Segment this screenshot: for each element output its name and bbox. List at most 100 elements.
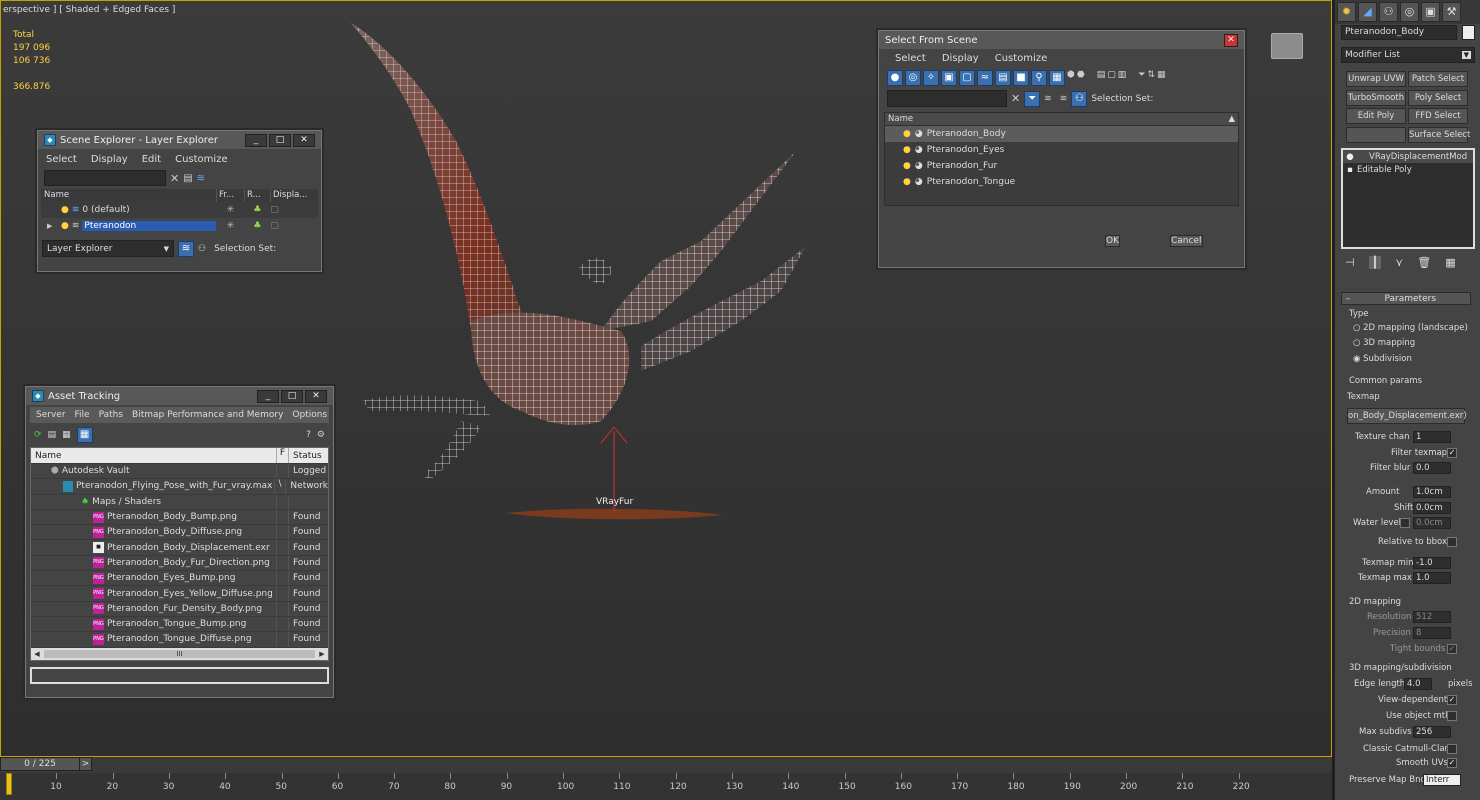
- clear-search-icon[interactable]: ✕: [170, 172, 179, 185]
- shapes-filter-icon[interactable]: ◎: [905, 70, 921, 86]
- amount-spinner[interactable]: 1.0cm: [1413, 486, 1451, 498]
- layer-row-pteranodon[interactable]: ▶ ● ≋ Pteranodon ✳ ♣ ▢: [41, 218, 318, 234]
- configure-sets-icon[interactable]: ▦: [1445, 256, 1455, 269]
- asset-row[interactable]: ♠ Maps / Shaders: [31, 494, 328, 510]
- scroll-left-icon[interactable]: ◀: [31, 650, 43, 658]
- patch-select-button[interactable]: Patch Select: [1408, 71, 1468, 87]
- classic-catmull-checkbox[interactable]: [1447, 744, 1457, 754]
- bulb-icon[interactable]: ●: [903, 177, 911, 187]
- filter-active-icon[interactable]: ⏷: [1024, 90, 1041, 107]
- settings-icon[interactable]: ⚙: [317, 430, 325, 440]
- surface-select-button[interactable]: Surface Select: [1408, 127, 1470, 143]
- object-row[interactable]: ● ◕ Pteranodon_Fur: [885, 158, 1238, 174]
- menu-customize[interactable]: Customize: [995, 53, 1048, 64]
- modifier-list-dropdown[interactable]: Modifier List ▼: [1341, 47, 1475, 63]
- show-end-result-icon[interactable]: ┃: [1368, 256, 1382, 269]
- bulb-icon[interactable]: ●: [903, 145, 911, 155]
- bones-filter-icon[interactable]: ⚲: [1031, 70, 1047, 86]
- minimize-icon[interactable]: _: [245, 133, 267, 147]
- col-freeze[interactable]: Fr...: [217, 189, 245, 202]
- filter-texmap-checkbox[interactable]: ✓: [1447, 448, 1457, 458]
- menu-display[interactable]: Display: [91, 154, 128, 165]
- menu-edit[interactable]: Edit: [142, 154, 161, 165]
- menu-options[interactable]: Options: [292, 410, 327, 420]
- current-frame-marker[interactable]: [6, 773, 12, 795]
- list-header[interactable]: Name ▲: [885, 113, 1238, 126]
- expand-arrow-icon[interactable]: ▶: [41, 222, 55, 230]
- bulb-icon[interactable]: ●: [903, 161, 911, 171]
- spacewarps-filter-icon[interactable]: ≈: [977, 70, 993, 86]
- col-name[interactable]: Name: [888, 113, 913, 125]
- help-icon[interactable]: ?: [306, 430, 311, 440]
- bulb-icon[interactable]: ●: [1343, 152, 1357, 162]
- object-color-swatch[interactable]: [1462, 25, 1475, 40]
- layer-toggle-icon[interactable]: ≋: [1044, 94, 1052, 104]
- close-icon[interactable]: ✕: [293, 133, 315, 147]
- texmap-min-spinner[interactable]: -1.0: [1413, 557, 1451, 569]
- hierarchy-tab-icon[interactable]: ⚇: [1379, 2, 1398, 22]
- display-tab-icon[interactable]: ▣: [1421, 2, 1440, 22]
- ffd-select-button[interactable]: FFD Select: [1408, 108, 1468, 124]
- horizontal-scrollbar[interactable]: ◀ III ▶: [31, 647, 328, 660]
- smooth-uvs-checkbox[interactable]: ✓: [1447, 758, 1457, 768]
- edit-poly-button[interactable]: Edit Poly: [1346, 108, 1406, 124]
- close-icon[interactable]: ✕: [305, 389, 327, 403]
- asset-path-field[interactable]: [30, 666, 329, 684]
- funnel-icon[interactable]: ⏷: [1138, 70, 1145, 86]
- motion-tab-icon[interactable]: ◎: [1400, 2, 1419, 22]
- object-row[interactable]: ● ◕ Pteranodon_Tongue: [885, 174, 1238, 190]
- utilities-tab-icon[interactable]: ⚒: [1442, 2, 1461, 22]
- stack-item-editable-poly[interactable]: ▪ Editable Poly: [1343, 163, 1473, 176]
- render-teapot-icon[interactable]: ♣: [244, 205, 270, 215]
- tight-bounds-checkbox[interactable]: ✓: [1447, 644, 1457, 654]
- hierarchy-icon[interactable]: ⚇: [1071, 90, 1088, 107]
- bulb-icon[interactable]: ●: [61, 205, 69, 215]
- asset-row[interactable]: Pteranodon_Flying_Pose_with_Fur_vray.max…: [31, 479, 328, 495]
- helpers-filter-icon[interactable]: ▢: [959, 70, 975, 86]
- select-search-input[interactable]: [887, 90, 1007, 107]
- select-invert-icon[interactable]: ▥: [1118, 70, 1127, 86]
- display-box-icon[interactable]: ▢: [270, 205, 279, 215]
- col-display[interactable]: Displa...: [271, 189, 307, 202]
- display-box-icon[interactable]: ▢: [270, 221, 279, 231]
- pin-stack-icon[interactable]: ⊣: [1345, 256, 1355, 269]
- use-object-mtl-checkbox[interactable]: [1447, 711, 1457, 721]
- scroll-thumb[interactable]: III: [44, 649, 315, 658]
- modify-tab-icon[interactable]: ◢: [1358, 2, 1377, 22]
- remove-modifier-icon[interactable]: 🗑: [1417, 256, 1431, 269]
- hierarchy-icon[interactable]: ⚇: [198, 244, 206, 254]
- filter-blur-spinner[interactable]: 0.0: [1413, 462, 1451, 474]
- list-view-icon[interactable]: ▤: [48, 430, 57, 440]
- scene-explorer-titlebar[interactable]: ◆ Scene Explorer - Layer Explorer _ □ ✕: [38, 131, 321, 149]
- asset-row[interactable]: ⬢ Autodesk Vault Logged: [31, 464, 328, 480]
- lights-filter-icon[interactable]: ✧: [923, 70, 939, 86]
- menu-server[interactable]: Server: [36, 410, 66, 420]
- cancel-button[interactable]: Cancel: [1170, 235, 1203, 247]
- freeze-icon[interactable]: ✳: [216, 205, 244, 215]
- resolution-spinner[interactable]: 512: [1413, 611, 1451, 623]
- columns-icon[interactable]: ▦: [1157, 70, 1166, 86]
- asset-row[interactable]: PNG Pteranodon_Body_Diffuse.png Found: [31, 525, 328, 541]
- scene-explorer-search-input[interactable]: [44, 170, 166, 186]
- refresh-icon[interactable]: ⟳: [34, 430, 42, 440]
- asset-row[interactable]: PNG Pteranodon_Tongue_Bump.png Found: [31, 616, 328, 633]
- explorer-type-dropdown[interactable]: Layer Explorer ▼: [42, 240, 174, 257]
- menu-select[interactable]: Select: [895, 53, 926, 64]
- asset-row[interactable]: PNG Pteranodon_Body_Bump.png Found: [31, 509, 328, 526]
- make-unique-icon[interactable]: ⋎: [1395, 256, 1403, 269]
- object-name-field[interactable]: Pteranodon_Body: [1341, 25, 1457, 40]
- menu-display[interactable]: Display: [942, 53, 979, 64]
- bulb-icon[interactable]: ●: [903, 129, 911, 139]
- empty-modifier-button[interactable]: [1346, 127, 1406, 143]
- filter-icon[interactable]: ▤: [183, 173, 192, 184]
- menu-customize[interactable]: Customize: [175, 154, 228, 165]
- cameras-filter-icon[interactable]: ▣: [941, 70, 957, 86]
- object-row[interactable]: ● ◕ Pteranodon_Body: [885, 126, 1238, 142]
- freeze-icon[interactable]: ✳: [216, 221, 244, 231]
- ok-button[interactable]: OK: [1105, 235, 1120, 247]
- bulb-icon[interactable]: ●: [61, 221, 69, 231]
- view-dependent-checkbox[interactable]: ✓: [1447, 695, 1457, 705]
- asset-tracking-titlebar[interactable]: ◆ Asset Tracking _ □ ✕: [26, 387, 333, 405]
- layer-row-default[interactable]: ● ≋ 0 (default) ✳ ♣ ▢: [41, 202, 318, 218]
- layer-manager-icon[interactable]: ≋: [197, 173, 205, 184]
